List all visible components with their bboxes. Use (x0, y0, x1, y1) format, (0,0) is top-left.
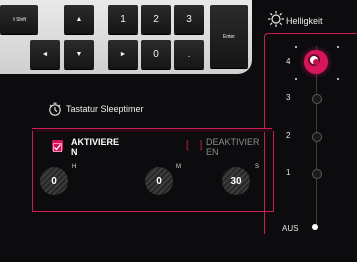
hours-dial[interactable]: 0 (40, 167, 68, 195)
key-shift[interactable]: ⇧Shift (0, 5, 38, 34)
seconds-value: 30 (230, 175, 242, 187)
enable-checkbox[interactable] (52, 140, 63, 152)
frame-tick (32, 211, 40, 212)
key-enter[interactable]: Enter (210, 5, 248, 68)
disable-option-label[interactable]: DEAKTIVIER EN (206, 137, 260, 157)
key-down-arrow[interactable]: ▼ (64, 40, 94, 69)
key-dot[interactable]: . (174, 40, 204, 69)
key-right-arrow[interactable]: ► (108, 40, 138, 69)
brightness-level-4-selected-knob[interactable] (304, 50, 328, 74)
checkmark-icon (53, 143, 62, 152)
key-2[interactable]: 2 (141, 5, 171, 34)
minutes-dial[interactable]: 0 (145, 167, 173, 195)
brightness-level-3-label: 3 (286, 93, 291, 102)
disable-checkbox[interactable]: [ ] (186, 140, 206, 151)
key-3[interactable]: 3 (174, 5, 204, 34)
glow-ray (295, 78, 297, 80)
brightness-level-off-label: AUS (282, 224, 299, 233)
sleep-timer-title: Tastatur Sleeptimer (66, 104, 144, 114)
brightness-level-2-dot[interactable] (312, 132, 322, 142)
key-up-arrow[interactable]: ▲ (64, 5, 94, 34)
brightness-sun-icon (268, 11, 284, 27)
frame-tick (264, 211, 272, 212)
key-1[interactable]: 1 (108, 5, 138, 34)
brightness-level-off-dot[interactable] (312, 224, 318, 230)
brightness-level-1-dot[interactable] (312, 169, 322, 179)
minutes-value: 0 (156, 175, 162, 187)
minutes-unit: M (176, 164, 181, 170)
brightness-title: Helligkeit (286, 16, 323, 26)
key-left-arrow[interactable]: ◄ (30, 40, 60, 69)
brightness-level-4-label: 4 (286, 57, 291, 66)
hours-unit: H (72, 164, 77, 170)
glow-ray (337, 46, 339, 48)
key-0[interactable]: 0 (141, 40, 171, 69)
enable-option-label[interactable]: AKTIVIERE N (71, 137, 119, 157)
seconds-unit: S (255, 164, 260, 170)
glow-ray (337, 78, 339, 80)
hours-value: 0 (51, 175, 57, 187)
stopwatch-icon (49, 102, 61, 116)
brightness-level-1-label: 1 (286, 168, 291, 177)
brightness-level-2-label: 2 (286, 131, 291, 140)
brightness-level-3-dot[interactable] (312, 94, 322, 104)
seconds-dial[interactable]: 30 (222, 167, 250, 195)
glow-ray (295, 46, 297, 48)
